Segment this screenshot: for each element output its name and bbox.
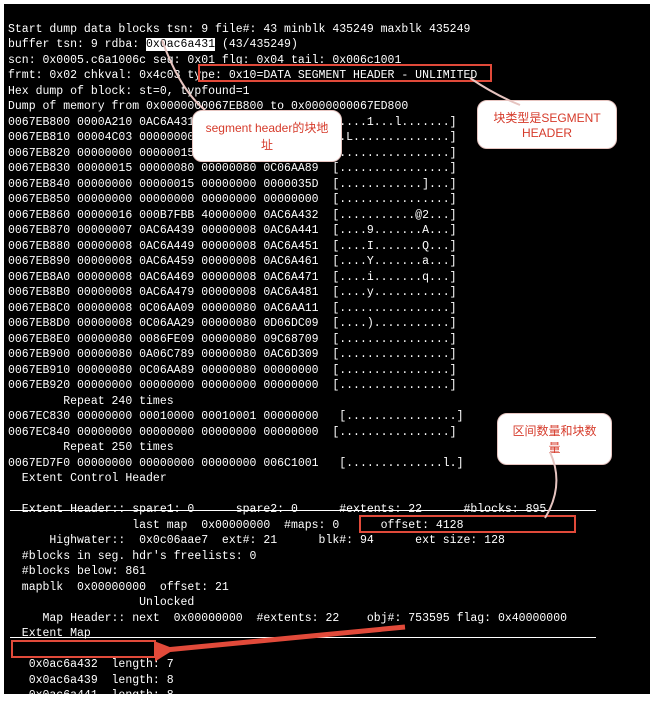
- extent-map-row: 0x0ac6a449 length: 8: [8, 705, 174, 718]
- dump-row: 0067EC840 00000000 00000000 00000000 000…: [8, 426, 457, 439]
- dump-row: 0067EB830 00000015 00000080 00000080 0C0…: [8, 162, 457, 175]
- line: scn: 0x0005.c6a1006c seq: 0x01 flg: 0x04…: [8, 54, 401, 67]
- line: #blocks below: 861: [8, 565, 146, 578]
- dump-row: 0067EB840 00000000 00000015 00000000 000…: [8, 178, 457, 191]
- line: Extent Map: [8, 627, 91, 640]
- line: last map 0x00000000 #maps: 0 offset: 412…: [8, 519, 463, 532]
- extent-map-row: 0x0ac6a432 length: 7: [8, 658, 174, 671]
- extent-map-row: 0x0ac6a441 length: 8: [8, 689, 174, 702]
- dump-row: 0067EB880 00000008 0AC6A449 00000008 0AC…: [8, 240, 457, 253]
- divider: [10, 510, 596, 511]
- line: Unlocked: [8, 596, 194, 609]
- dump-row: 0067EB900 00000080 0A06C789 00000080 0AC…: [8, 348, 457, 361]
- dump-row: 0067EB910 00000080 0C06AA89 00000080 000…: [8, 364, 457, 377]
- dump-row: 0067EC830 00000000 00010000 00010001 000…: [8, 410, 463, 423]
- dump-row: 0067EB8E0 00000080 0086FE09 00000080 09C…: [8, 333, 457, 346]
- dump-row: 0067EB890 00000008 0AC6A459 00000008 0AC…: [8, 255, 457, 268]
- dump-row: 0067EB8D0 00000008 0C06AA29 00000080 0D0…: [8, 317, 457, 330]
- section-title: Extent Control Header: [8, 472, 167, 485]
- dump-row: 0067ED7F0 00000000 00000000 00000000 006…: [8, 457, 463, 470]
- callout-block-type: 块类型是SEGMENT HEADER: [477, 100, 617, 149]
- extent-map-row: 0x0ac6a439 length: 8: [8, 674, 174, 687]
- repeat-line: Repeat 250 times: [8, 441, 174, 454]
- line: Start dump data blocks tsn: 9 file#: 43 …: [8, 23, 470, 36]
- dump-row: 0067EB8C0 00000008 0C06AA09 00000080 0AC…: [8, 302, 457, 315]
- divider: [10, 637, 596, 638]
- line: Highwater:: 0x0c06aae7 ext#: 21 blk#: 94…: [8, 534, 505, 547]
- line: buffer tsn: 9 rdba: 0x0ac6a431 (43/43524…: [8, 38, 298, 51]
- highlighted-rdba: 0x0ac6a431: [146, 38, 215, 51]
- dump-row: 0067EB8A0 00000008 0AC6A469 00000008 0AC…: [8, 271, 457, 284]
- line: Map Header:: next 0x00000000 #extents: 2…: [8, 612, 567, 625]
- callout-extent-block-count: 区间数量和块数量: [497, 413, 612, 465]
- line: Hex dump of block: st=0, typfound=1: [8, 85, 250, 98]
- dump-row: 0067EB8B0 00000008 0AC6A479 00000008 0AC…: [8, 286, 457, 299]
- line: frmt: 0x02 chkval: 0x4c03 type: 0x10=DAT…: [8, 69, 477, 82]
- repeat-line: Repeat 240 times: [8, 395, 174, 408]
- dump-row: 0067EB870 00000007 0AC6A439 00000008 0AC…: [8, 224, 457, 237]
- dump-row: 0067EB850 00000000 00000000 00000000 000…: [8, 193, 457, 206]
- line: #blocks in seg. hdr's freelists: 0: [8, 550, 256, 563]
- callout-segment-header-address: segment header的块地址: [192, 110, 342, 162]
- line: mapblk 0x00000000 offset: 21: [8, 581, 229, 594]
- dump-row: 0067EB860 00000016 000B7FBB 40000000 0AC…: [8, 209, 457, 222]
- dump-row: 0067EB920 00000000 00000000 00000000 000…: [8, 379, 457, 392]
